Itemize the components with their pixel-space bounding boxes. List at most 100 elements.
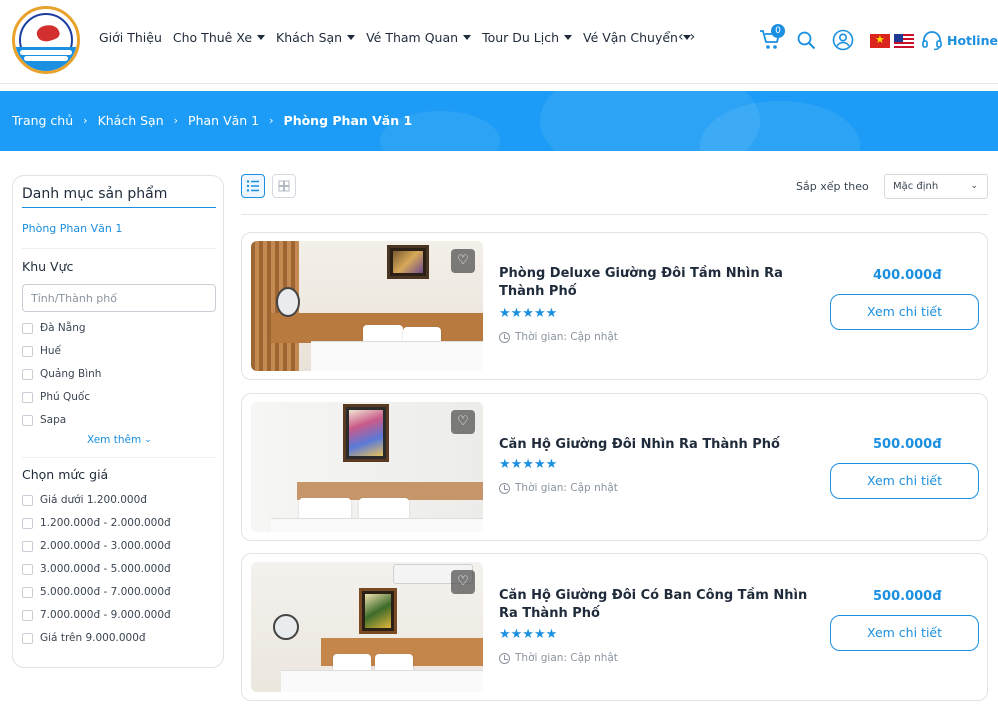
checkbox[interactable] <box>22 632 33 644</box>
nav-item-cho-thue-xe[interactable]: Cho Thuê Xe <box>172 30 266 45</box>
breadcrumb-phan-van-1[interactable]: Phan Văn 1 <box>188 113 259 128</box>
checkbox[interactable] <box>22 517 33 529</box>
nav-item-tour-du-lich[interactable]: Tour Du Lịch <box>482 30 573 45</box>
nav-item-ve-van-chuyen[interactable]: Vé Vận Chuyển <box>583 30 691 45</box>
view-detail-button[interactable]: Xem chi tiết <box>830 615 979 651</box>
region-option-label: Phú Quốc <box>40 391 91 403</box>
nav-item-label: Vé Tham Quan <box>366 30 459 45</box>
product-title[interactable]: Phòng Deluxe Giường Đôi Tầm Nhìn Ra Thàn… <box>499 265 819 301</box>
heart-icon[interactable]: ♡ <box>451 410 475 434</box>
sidebar-divider <box>22 457 216 458</box>
breadcrumb-home[interactable]: Trang chủ <box>12 113 73 128</box>
breadcrumb-khach-san[interactable]: Khách Sạn <box>98 113 164 128</box>
breadcrumb: Trang chủ › Khách Sạn › Phan Văn 1 › Phò… <box>12 113 412 128</box>
price-option-label: 7.000.000đ - 9.000.000đ <box>40 609 171 621</box>
nav-item-gioi-thieu[interactable]: Giới Thiệu <box>99 30 162 45</box>
checkbox[interactable] <box>22 391 33 403</box>
price-option[interactable]: 3.000.000đ - 5.000.000đ <box>22 563 171 575</box>
sort-select-value: Mặc định <box>893 181 939 192</box>
product-time: Thời gian: Cập nhật <box>499 482 618 494</box>
category-link[interactable]: Phòng Phan Văn 1 <box>22 222 122 235</box>
search-icon[interactable] <box>796 30 816 50</box>
product-title[interactable]: Căn Hộ Giường Đôi Có Ban Công Tầm Nhìn R… <box>499 587 819 623</box>
region-option-label: Đà Nẵng <box>40 322 86 334</box>
clock-icon <box>499 331 510 343</box>
breadcrumb-separator: › <box>269 114 274 127</box>
price-option[interactable]: 1.200.000đ - 2.000.000đ <box>22 517 171 529</box>
checkbox[interactable] <box>22 540 33 552</box>
price-option-label: 5.000.000đ - 7.000.000đ <box>40 586 171 598</box>
region-option-label: Sapa <box>40 414 67 426</box>
checkbox[interactable] <box>22 609 33 621</box>
product-image[interactable]: ♡ <box>251 402 483 532</box>
grid-view-button[interactable] <box>272 174 296 198</box>
list-view-button[interactable] <box>241 174 265 198</box>
checkbox[interactable] <box>22 494 33 506</box>
chevron-right-icon[interactable]: › <box>690 29 702 45</box>
price-heading: Chọn mức giá <box>22 467 109 482</box>
product-time-label: Thời gian: Cập nhật <box>515 652 618 664</box>
checkbox[interactable] <box>22 322 33 334</box>
checkbox[interactable] <box>22 414 33 426</box>
product-price: 500.000đ <box>873 589 942 604</box>
checkbox[interactable] <box>22 586 33 598</box>
list-icon <box>246 180 259 192</box>
region-heading: Khu Vực <box>22 259 74 274</box>
headset-icon[interactable] <box>921 29 943 51</box>
flag-vn-icon[interactable] <box>870 33 890 48</box>
product-price: 400.000đ <box>873 268 942 283</box>
nav-item-label: Khách Sạn <box>276 30 343 45</box>
nav-item-ve-tham-quan[interactable]: Vé Tham Quan <box>366 30 472 45</box>
room-bed <box>311 341 483 371</box>
product-title[interactable]: Căn Hộ Giường Đôi Nhìn Ra Thành Phố <box>499 436 819 454</box>
room-bed <box>271 518 483 532</box>
painting-canvas <box>393 251 423 273</box>
caret-down-icon <box>463 35 472 40</box>
user-icon[interactable] <box>832 29 854 51</box>
view-detail-button[interactable]: Xem chi tiết <box>830 463 979 499</box>
region-option[interactable]: Đà Nẵng <box>22 322 86 334</box>
heart-icon[interactable]: ♡ <box>451 249 475 273</box>
sidebar-divider <box>22 248 216 249</box>
product-time: Thời gian: Cập nhật <box>499 652 618 664</box>
nav-item-khach-san[interactable]: Khách Sạn <box>276 30 356 45</box>
checkbox[interactable] <box>22 368 33 380</box>
chevron-down-icon: ⌄ <box>144 435 152 445</box>
view-detail-button[interactable]: Xem chi tiết <box>830 294 979 330</box>
region-option[interactable]: Sapa <box>22 414 66 426</box>
checkbox[interactable] <box>22 345 33 357</box>
price-option-label: 2.000.000đ - 3.000.000đ <box>40 540 171 552</box>
product-image[interactable]: ♡ <box>251 241 483 371</box>
company-logo[interactable] <box>12 6 80 74</box>
price-option[interactable]: Giá dưới 1.200.000đ <box>22 494 147 506</box>
sort-select[interactable]: Mặc định ⌄ <box>884 174 988 199</box>
region-search-input[interactable] <box>22 284 216 312</box>
product-image[interactable]: ♡ <box>251 562 483 692</box>
room-painting <box>359 588 397 634</box>
region-option-label: Quảng Bình <box>40 368 102 380</box>
price-option-label: Giá dưới 1.200.000đ <box>40 494 147 506</box>
chevron-left-icon[interactable]: ‹ <box>678 29 690 45</box>
region-option[interactable]: Phú Quốc <box>22 391 90 403</box>
price-option[interactable]: Giá trên 9.000.000đ <box>22 632 146 644</box>
nav-item-label: Cho Thuê Xe <box>172 30 253 45</box>
price-option[interactable]: 7.000.000đ - 9.000.000đ <box>22 609 171 621</box>
star-rating: ★★★★★ <box>499 457 558 472</box>
heart-icon[interactable]: ♡ <box>451 570 475 594</box>
price-option[interactable]: 5.000.000đ - 7.000.000đ <box>22 586 171 598</box>
show-more-label: Xem thêm <box>87 434 142 446</box>
show-more-button[interactable]: Xem thêm ⌄ <box>87 434 152 446</box>
logo-wave <box>19 49 73 55</box>
nav-item-label: Vé Vận Chuyển <box>583 30 678 45</box>
price-option[interactable]: 2.000.000đ - 3.000.000đ <box>22 540 171 552</box>
region-option[interactable]: Quảng Bình <box>22 368 101 380</box>
hotline-link[interactable]: Hotline <box>947 33 998 48</box>
flag-us-icon[interactable] <box>894 34 914 48</box>
region-option-label: Huế <box>40 345 62 357</box>
sidebar-title: Danh mục sản phẩm <box>22 186 168 202</box>
clock-icon <box>499 652 510 664</box>
product-card: ♡ Căn Hộ Giường Đôi Nhìn Ra Thành Phố ★★… <box>241 393 988 541</box>
room-painting <box>387 245 429 279</box>
checkbox[interactable] <box>22 563 33 575</box>
region-option[interactable]: Huế <box>22 345 61 357</box>
